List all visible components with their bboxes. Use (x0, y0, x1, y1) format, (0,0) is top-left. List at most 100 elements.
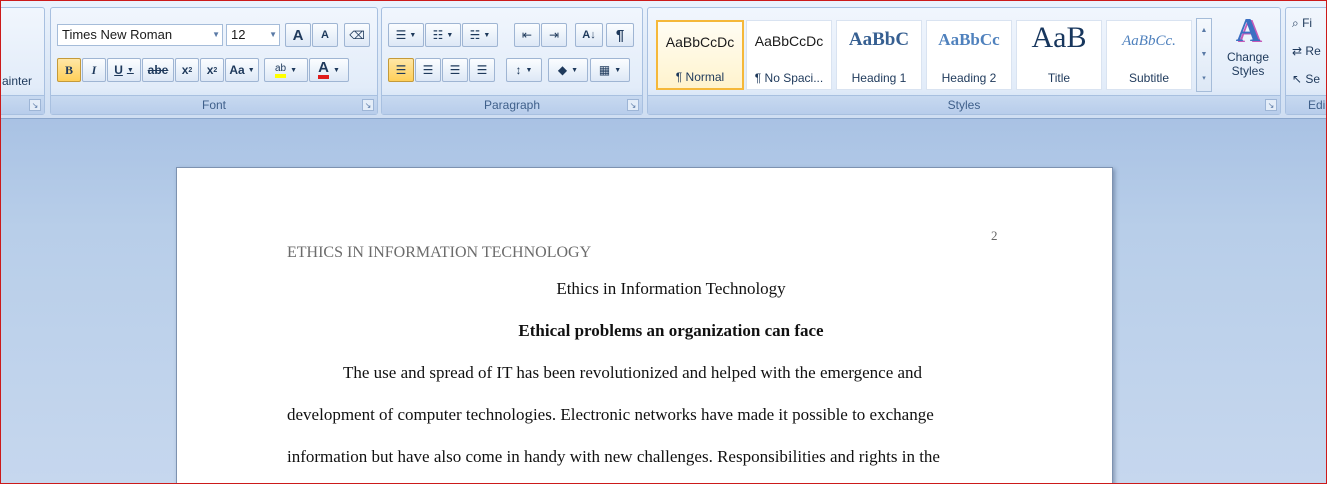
style-sample: AaB (1031, 21, 1087, 54)
document-title: Ethics in Information Technology (556, 279, 786, 298)
paragraph-line: information but have also come in handy … (287, 447, 940, 466)
style-sample: AaBbCcDc (665, 34, 735, 50)
underline-icon: U (114, 63, 123, 77)
paragraph-line: development of computer technologies. El… (287, 405, 934, 424)
find-label: Fi (1302, 16, 1313, 30)
paragraph-group: ☰ ▼ ☷ ▼ ☵ ▼ ⇤ ⇥ A↓ ¶ ☰ ☰ ☰ ☰ ↕ ▼ ◆ ▼ ▦ ▼… (381, 7, 643, 115)
bold-button[interactable]: B (57, 58, 81, 82)
style-name: ¶ No Spaci... (754, 71, 824, 85)
style-sample: AaBbCc. (1122, 33, 1176, 49)
style-normal[interactable]: AaBbCcDc ¶ Normal (656, 20, 744, 90)
change-case-icon: Aa (229, 63, 245, 77)
strikethrough-button[interactable]: abe (142, 58, 174, 82)
bullets-button[interactable]: ☰ ▼ (388, 23, 424, 47)
font-name-combo[interactable]: Times New Roman ▼ (57, 24, 223, 46)
style-name: Heading 2 (941, 71, 997, 85)
style-name: Subtitle (1128, 71, 1170, 85)
shrink-font-icon: A (321, 29, 329, 41)
font-name-value: Times New Roman (62, 27, 173, 42)
scroll-down-icon[interactable]: ▼ (1197, 43, 1211, 67)
style-heading-2[interactable]: AaBbCc Heading 2 (926, 20, 1012, 90)
select-label: Se (1305, 72, 1321, 86)
binoculars-icon: ⌕ (1292, 16, 1299, 30)
multilevel-list-button[interactable]: ☵ ▼ (462, 23, 498, 47)
style-heading-1[interactable]: AaBbC Heading 1 (836, 20, 922, 90)
borders-icon: ▦ (598, 63, 611, 77)
chevron-down-icon: ▼ (614, 66, 622, 74)
chevron-down-icon: ▼ (332, 66, 340, 74)
align-left-button[interactable]: ☰ (388, 58, 414, 82)
eraser-icon: ⌫ (349, 29, 365, 42)
bold-icon: B (64, 62, 73, 77)
change-styles-label: Change Styles (1226, 50, 1270, 78)
style-no-spacing[interactable]: AaBbCcDc ¶ No Spaci... (746, 20, 832, 90)
document-workspace[interactable]: 2 ETHICS IN INFORMATION TECHNOLOGY Ethic… (1, 119, 1326, 483)
document-page[interactable]: 2 ETHICS IN INFORMATION TECHNOLOGY Ethic… (176, 167, 1113, 483)
superscript-icon: x (206, 63, 214, 77)
chevron-down-icon: ▼ (126, 66, 134, 74)
numbering-icon: ☷ (432, 28, 444, 42)
replace-button[interactable]: ⇄ Re (1292, 44, 1321, 58)
font-group-label: Font (51, 95, 377, 114)
shrink-font-button[interactable]: A (312, 23, 338, 47)
line-spacing-button[interactable]: ↕ ▼ (506, 58, 542, 82)
font-color-icon: A (318, 60, 329, 79)
clipboard-group: ainter ↘ (1, 7, 45, 115)
borders-button[interactable]: ▦ ▼ (590, 58, 630, 82)
show-marks-button[interactable]: ¶ (606, 23, 634, 47)
scroll-up-icon[interactable]: ▲ (1197, 19, 1211, 43)
align-right-button[interactable]: ☰ (442, 58, 468, 82)
sort-icon: A↓ (582, 29, 596, 41)
paragraph-launcher-icon[interactable]: ↘ (627, 99, 639, 111)
editing-group: ⌕ Fi ⇄ Re ↖ Se Edi (1285, 7, 1326, 115)
chevron-down-icon: ▼ (525, 66, 533, 74)
font-size-combo[interactable]: 12 ▼ (226, 24, 280, 46)
clear-formatting-button[interactable]: ⌫ (344, 23, 370, 47)
chevron-down-icon: ▼ (571, 66, 579, 74)
select-button[interactable]: ↖ Se (1292, 72, 1320, 86)
style-title[interactable]: AaB Title (1016, 20, 1102, 90)
align-left-icon: ☰ (395, 63, 407, 77)
paragraph-group-label: Paragraph (382, 95, 642, 114)
styles-group: AaBbCcDc ¶ Normal AaBbCcDc ¶ No Spaci...… (647, 7, 1281, 115)
editing-group-label: Edi (1286, 95, 1326, 114)
styles-group-label: Styles (648, 95, 1280, 114)
find-button[interactable]: ⌕ Fi (1292, 16, 1312, 31)
ribbon: ainter ↘ Times New Roman ▼ 12 ▼ A A ⌫ B … (1, 1, 1326, 119)
superscript-button[interactable]: x2 (200, 58, 224, 82)
style-subtitle[interactable]: AaBbCc. Subtitle (1106, 20, 1192, 90)
clipboard-launcher-icon[interactable]: ↘ (29, 99, 41, 111)
chevron-down-icon: ▼ (446, 31, 454, 39)
more-styles-icon[interactable]: ▾ (1197, 67, 1211, 91)
italic-button[interactable]: I (82, 58, 106, 82)
format-painter-label[interactable]: ainter (2, 74, 32, 88)
section-heading: Ethical problems an organization can fac… (518, 321, 824, 340)
strikethrough-icon: abe (147, 63, 169, 77)
underline-button[interactable]: U ▼ (107, 58, 141, 82)
grow-font-button[interactable]: A (285, 23, 311, 47)
justify-button[interactable]: ☰ (469, 58, 495, 82)
subscript-button[interactable]: x2 (175, 58, 199, 82)
chevron-down-icon: ▼ (269, 30, 277, 39)
change-case-button[interactable]: Aa ▼ (225, 58, 259, 82)
change-styles-button[interactable]: A Change Styles (1218, 12, 1278, 94)
highlight-button[interactable]: ab ▼ (264, 58, 308, 82)
styles-launcher-icon[interactable]: ↘ (1265, 99, 1277, 111)
font-launcher-icon[interactable]: ↘ (362, 99, 374, 111)
increase-indent-button[interactable]: ⇥ (541, 23, 567, 47)
shading-button[interactable]: ◆ ▼ (548, 58, 588, 82)
decrease-indent-button[interactable]: ⇤ (514, 23, 540, 47)
font-size-value: 12 (231, 27, 246, 42)
align-center-button[interactable]: ☰ (415, 58, 441, 82)
word-window: ainter ↘ Times New Roman ▼ 12 ▼ A A ⌫ B … (0, 0, 1327, 484)
chevron-down-icon: ▼ (247, 66, 255, 74)
decrease-indent-icon: ⇤ (521, 28, 533, 42)
chevron-down-icon: ▼ (483, 31, 491, 39)
bullets-icon: ☰ (395, 28, 407, 42)
paint-bucket-icon: ◆ (557, 63, 568, 77)
sort-button[interactable]: A↓ (575, 23, 603, 47)
numbering-button[interactable]: ☷ ▼ (425, 23, 461, 47)
styles-gallery-scroll[interactable]: ▲ ▼ ▾ (1196, 18, 1212, 92)
multilevel-list-icon: ☵ (469, 28, 481, 42)
font-color-button[interactable]: A ▼ (309, 58, 349, 82)
